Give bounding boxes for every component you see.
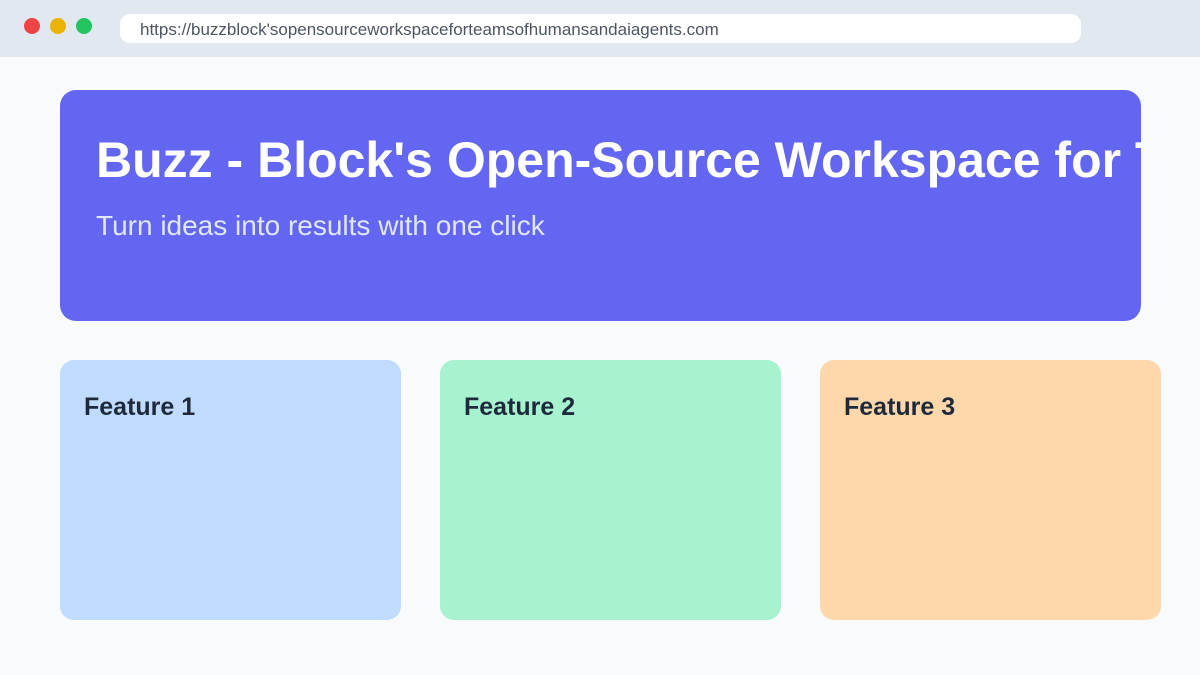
browser-chrome: https://buzzblock'sopensourceworkspacefo…	[0, 0, 1200, 57]
close-window-button[interactable]	[24, 18, 40, 34]
feature-card-title: Feature 3	[844, 393, 956, 421]
feature-card-title: Feature 2	[464, 393, 576, 421]
hero-title: Buzz - Block's Open-Source Workspace for…	[96, 132, 1141, 188]
minimize-window-button[interactable]	[50, 18, 66, 34]
hero-banner: Buzz - Block's Open-Source Workspace for…	[60, 90, 1141, 321]
hero-subtitle: Turn ideas into results with one click	[96, 210, 545, 241]
feature-card-3[interactable]: Feature 3	[820, 360, 1161, 620]
feature-card-title: Feature 1	[84, 393, 196, 421]
maximize-window-button[interactable]	[76, 18, 92, 34]
address-bar[interactable]: https://buzzblock'sopensourceworkspacefo…	[120, 14, 1081, 43]
feature-card-2[interactable]: Feature 2	[440, 360, 781, 620]
feature-card-1[interactable]: Feature 1	[60, 360, 401, 620]
